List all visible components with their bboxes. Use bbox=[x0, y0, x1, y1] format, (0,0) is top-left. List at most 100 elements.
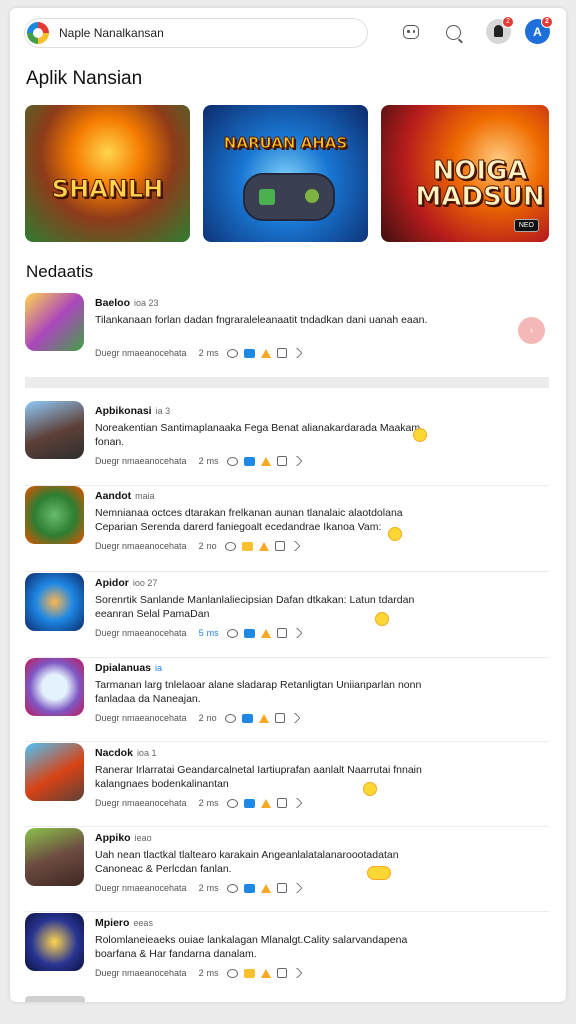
gamepad-icon bbox=[243, 173, 335, 221]
app-description: Noreakentian Santimaplanaaka Fega Benat … bbox=[95, 422, 421, 448]
bag-icon[interactable] bbox=[276, 968, 287, 978]
list-item[interactable]: Mpiero eeas Rolomlaneieaeks ouiae lankala… bbox=[10, 913, 566, 998]
footer-count: 2 bbox=[198, 883, 204, 893]
app-footer-text: Duegr nmaeanocehata bbox=[95, 348, 187, 358]
list-item[interactable]: Aandot maia Nemnianaa octces dtarakan fre… bbox=[10, 486, 566, 571]
star-icon[interactable] bbox=[260, 798, 271, 808]
star-icon[interactable] bbox=[260, 883, 271, 893]
app-footer-text: Duegr nmaeanocehata bbox=[95, 628, 187, 638]
share-icon[interactable] bbox=[288, 540, 301, 552]
footer-count: 5 bbox=[198, 628, 204, 638]
app-icon bbox=[25, 573, 84, 631]
chip-icon[interactable] bbox=[243, 628, 255, 638]
star-icon[interactable] bbox=[260, 456, 271, 466]
bag-icon[interactable] bbox=[276, 883, 287, 893]
app-footer-text: Duegr nmaeanocehata bbox=[95, 713, 187, 723]
robot-icon[interactable] bbox=[401, 22, 421, 42]
eye-icon[interactable] bbox=[226, 798, 238, 808]
share-icon[interactable] bbox=[290, 627, 303, 639]
bag-icon[interactable] bbox=[276, 456, 287, 466]
app-footer-text: Duegr nmaeanocehata bbox=[95, 968, 187, 978]
notification-badge: 2 bbox=[502, 16, 514, 28]
app-footer: Duegr nmaeanocehata 2 ms bbox=[95, 882, 307, 894]
featured-card[interactable]: NARUAN AHAS bbox=[203, 105, 368, 242]
row-divider bbox=[25, 571, 549, 572]
app-title: Mpiero eeas bbox=[95, 917, 153, 929]
eye-icon[interactable] bbox=[226, 456, 238, 466]
bag-icon[interactable] bbox=[276, 798, 287, 808]
star-icon[interactable] bbox=[260, 348, 271, 358]
account-avatar-letter: A bbox=[533, 24, 542, 39]
list-item[interactable]: Baeloo ioa 23 Tilankanaan forlan dadan fn… bbox=[10, 293, 566, 378]
bag-icon[interactable] bbox=[274, 541, 285, 551]
app-icon bbox=[25, 913, 84, 971]
eye-icon[interactable] bbox=[224, 713, 236, 723]
chip-icon[interactable] bbox=[243, 456, 255, 466]
app-icon bbox=[25, 743, 84, 801]
footer-unit: no bbox=[206, 713, 217, 723]
search-bar[interactable]: Naple Nanalkansan bbox=[24, 18, 368, 48]
star-icon[interactable] bbox=[260, 628, 271, 638]
chat-search-icon[interactable] bbox=[443, 22, 463, 42]
app-footer: Duegr nmaeanocehata 2 no bbox=[95, 712, 305, 724]
app-icon bbox=[25, 486, 84, 544]
app-title: Dpialanuas ia bbox=[95, 662, 163, 674]
footer-unit: ms bbox=[206, 348, 219, 358]
eye-icon[interactable] bbox=[224, 541, 236, 551]
app-footer: Duegr nmaeanocehata 2 ms bbox=[95, 797, 307, 809]
footer-count: 2 bbox=[198, 713, 204, 723]
chip-icon[interactable] bbox=[243, 883, 255, 893]
list-item[interactable]: Dpialanuas ia Tarmanan larg tnlelaoar ala… bbox=[10, 658, 566, 743]
app-footer: Duegr nmaeanocehata 2 no bbox=[95, 540, 305, 552]
profile-avatar-icon[interactable]: 2 bbox=[486, 16, 514, 44]
search-input[interactable]: Naple Nanalkansan bbox=[59, 26, 164, 40]
share-icon[interactable] bbox=[290, 347, 303, 359]
notification-badge: 2 bbox=[541, 16, 553, 28]
app-description: Rolomlaneieaeks ouiae lankalagan Mlanalg… bbox=[95, 934, 408, 960]
share-icon[interactable] bbox=[288, 712, 301, 724]
app-description: Tilankanaan forlan dadan fngraraleleanaa… bbox=[95, 314, 428, 326]
app-footer-text: Duegr nmaeanocehata bbox=[95, 456, 187, 466]
featured-card[interactable]: NOIGA MADSUN NEO bbox=[381, 105, 549, 242]
list-item[interactable]: Nacdok ioa 1 Ranerar Irlarratai Geandarca… bbox=[10, 743, 566, 828]
footer-unit: ms bbox=[206, 968, 219, 978]
share-icon[interactable] bbox=[290, 882, 303, 894]
share-icon[interactable] bbox=[290, 967, 303, 979]
emoji-icon bbox=[388, 527, 402, 541]
bag-icon[interactable] bbox=[274, 713, 285, 723]
list-item[interactable]: Apbikonasi ia 3 Noreakentian Santimaplana… bbox=[10, 401, 566, 486]
app-footer-text: Duegr nmaeanocehata bbox=[95, 883, 187, 893]
footer-count: 2 bbox=[198, 456, 204, 466]
chip-icon[interactable] bbox=[241, 713, 253, 723]
featured-card[interactable]: SHANLH bbox=[25, 105, 190, 242]
share-icon[interactable] bbox=[290, 455, 303, 467]
next-item-peek bbox=[25, 996, 85, 1002]
app-window: Naple Nanalkansan 2 A 2 Aplik Nansian SH… bbox=[10, 8, 566, 1002]
bag-icon[interactable] bbox=[276, 628, 287, 638]
eye-icon[interactable] bbox=[226, 628, 238, 638]
account-avatar-icon[interactable]: A 2 bbox=[525, 16, 553, 44]
chip-icon[interactable] bbox=[243, 348, 255, 358]
row-divider bbox=[25, 741, 549, 742]
footer-count: 2 bbox=[198, 968, 204, 978]
eye-icon[interactable] bbox=[226, 883, 238, 893]
share-icon[interactable] bbox=[290, 797, 303, 809]
app-icon bbox=[25, 293, 84, 351]
app-footer: Duegr nmaeanocehata 2 ms bbox=[95, 347, 307, 359]
app-title: Aandot maia bbox=[95, 490, 155, 502]
app-title: Nacdok ioa 1 bbox=[95, 747, 157, 759]
chip-icon[interactable] bbox=[243, 798, 255, 808]
star-icon[interactable] bbox=[258, 713, 269, 723]
chip-icon[interactable] bbox=[241, 541, 253, 551]
list-item[interactable]: Appiko ieao Uah nean tlactkal tlaltearo k… bbox=[10, 828, 566, 913]
chip-icon[interactable] bbox=[243, 968, 255, 978]
app-icon bbox=[25, 658, 84, 716]
eye-icon[interactable] bbox=[226, 968, 238, 978]
eye-icon[interactable] bbox=[226, 348, 238, 358]
featured-carousel: SHANLH NARUAN AHAS NOIGA MADSUN NEO bbox=[25, 105, 555, 244]
list-item[interactable]: Apidor ioo 27 Sorenrtik Sanlande Manlanla… bbox=[10, 573, 566, 658]
star-icon[interactable] bbox=[258, 541, 269, 551]
bag-icon[interactable] bbox=[276, 348, 287, 358]
app-description: Ranerar Irlarratai Geandarcalnetal Iarti… bbox=[95, 764, 422, 790]
star-icon[interactable] bbox=[260, 968, 271, 978]
